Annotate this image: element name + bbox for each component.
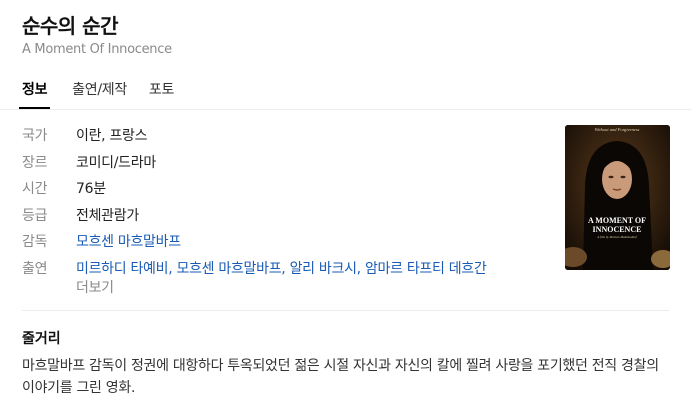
tab-bar: 정보 출연/제작 포토 [19,79,196,109]
poster-top-text: Without and Forgiveness [595,127,640,132]
synopsis-text: 마흐말바프 감독이 정권에 대항하다 투옥되었던 젊은 시절 자신과 자신의 칼… [22,358,659,396]
page-title: 순수의 순간 [22,14,118,38]
poster-credit: A film by Mohsen Makhmalbaf [596,235,637,239]
runtime-label: 시간 [22,181,48,197]
rating-label: 등급 [22,207,48,224]
cast-links[interactable]: 미르하디 타예비, 모흐센 마흐말바프, 알리 바크시, 암마르 타프티 데흐간 [76,258,487,285]
tab-divider [0,109,691,110]
director-label: 감독 [22,234,48,250]
info-row-rating: 등급 전체관람가 [22,205,486,232]
original-title: A Moment Of Innocence [22,42,172,57]
synopsis-heading: 줄거리 [22,331,61,347]
info-row-country: 국가 이란, 프랑스 [22,125,486,152]
section-divider [22,310,669,311]
rating-value: 전체관람가 [76,207,139,224]
genre-label: 장르 [22,154,48,171]
country-label: 국가 [22,128,48,144]
info-row-genre: 장르 코미디/드라마 [22,152,486,179]
tab-photo[interactable]: 포토 [149,79,174,107]
info-list: 국가 이란, 프랑스 장르 코미디/드라마 시간 76분 등급 전체관람가 감독… [22,125,487,285]
poster-title-line1: A MOMENT OF [588,216,646,225]
country-value: 이란, 프랑스 [76,128,148,144]
genre-value: 코미디/드라마 [76,154,156,171]
info-row-runtime: 시간 76분 [22,178,486,205]
director-link[interactable]: 모흐센 마흐말바프 [76,231,181,258]
poster-title-line2: INNOCENCE [593,225,642,234]
movie-poster[interactable]: Without and Forgiveness A MOMENT OF INNO… [565,125,670,270]
poster-image: Without and Forgiveness A MOMENT OF INNO… [565,125,670,270]
runtime-value: 76분 [76,181,106,197]
info-row-director: 감독 모흐센 마흐말바프 [22,231,486,258]
tab-cast-crew[interactable]: 출연/제작 [72,79,127,107]
tab-info[interactable]: 정보 [19,79,51,109]
cast-label: 출연 [22,260,48,277]
more-button[interactable]: 더보기 [76,277,114,297]
